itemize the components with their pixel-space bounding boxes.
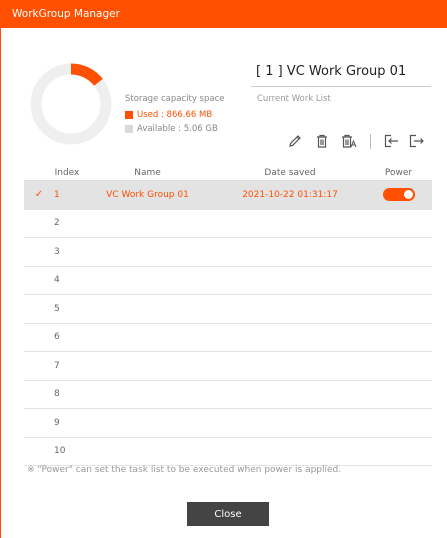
row-date [215, 408, 365, 438]
row-power-cell [365, 209, 432, 238]
table-row[interactable]: 10 [24, 437, 432, 466]
row-power-cell [365, 237, 432, 267]
divider [251, 86, 431, 87]
row-index: 9 [54, 408, 80, 438]
table-row[interactable]: 3 [24, 237, 432, 267]
row-date [215, 266, 365, 295]
row-date [215, 380, 365, 409]
row-date [215, 437, 365, 466]
edit-icon[interactable] [286, 132, 304, 150]
row-index: 3 [54, 237, 80, 267]
header-name: Name [80, 165, 215, 181]
row-index: 8 [54, 380, 80, 409]
power-toggle[interactable] [382, 188, 415, 202]
row-power-cell [365, 323, 432, 352]
row-check-cell [24, 294, 54, 324]
available-swatch [125, 125, 133, 133]
row-name: VC Work Group 01 [80, 180, 215, 210]
row-index: 5 [54, 294, 80, 324]
used-swatch [125, 111, 133, 119]
row-name [80, 266, 215, 295]
delete-all-icon[interactable] [340, 132, 358, 150]
delete-icon[interactable] [313, 132, 331, 150]
row-date [215, 323, 365, 352]
row-name [80, 408, 215, 438]
row-name [80, 323, 215, 352]
row-check-cell [24, 266, 54, 295]
table-row[interactable]: ✓ 1 VC Work Group 01 2021-10-22 01:31:17 [24, 180, 432, 210]
table-row[interactable]: 9 [24, 408, 432, 438]
export-icon[interactable] [407, 132, 425, 150]
row-power-cell [365, 437, 432, 466]
power-note: ※ "Power" can set the task list to be ex… [27, 465, 342, 475]
row-power-cell [365, 180, 432, 210]
row-check-cell [24, 437, 54, 466]
row-check-cell [24, 380, 54, 409]
row-check-cell [24, 237, 54, 267]
row-date [215, 237, 365, 267]
row-date: 2021-10-22 01:31:17 [215, 180, 365, 210]
toolbar-divider [370, 134, 371, 149]
table-row[interactable]: 8 [24, 380, 432, 409]
table-row[interactable]: 4 [24, 266, 432, 295]
row-index: 10 [54, 437, 80, 466]
table-row[interactable]: 7 [24, 351, 432, 381]
row-power-cell [365, 351, 432, 381]
row-power-cell [365, 294, 432, 324]
table-row[interactable]: 6 [24, 323, 432, 352]
row-power-cell [365, 408, 432, 438]
row-index: 2 [54, 209, 80, 238]
row-name [80, 351, 215, 381]
checkmark-icon: ✓ [34, 189, 44, 201]
table-row[interactable]: 2 [24, 209, 432, 238]
row-index: 7 [54, 351, 80, 381]
close-button[interactable]: Close [187, 502, 269, 526]
row-check-cell [24, 209, 54, 238]
workgroup-manager-window: WorkGroup Manager Storage capacity space… [0, 0, 447, 538]
row-date [215, 209, 365, 238]
row-date [215, 351, 365, 381]
import-icon[interactable] [382, 132, 400, 150]
table-row[interactable]: 5 [24, 294, 432, 324]
storage-available-legend: Available : 5.06 GB [125, 124, 218, 134]
row-check-cell [24, 323, 54, 352]
row-name [80, 237, 215, 267]
row-check-cell [24, 351, 54, 381]
row-index: 1 [54, 180, 80, 210]
header-power: Power [365, 165, 432, 181]
group-name: [ 1 ] VC Work Group 01 [256, 64, 407, 79]
window-title: WorkGroup Manager [1, 0, 447, 28]
work-group-table: Index Name Date saved Power ✓ 1 VC Work Gr… [24, 165, 432, 466]
toggle-knob [403, 190, 413, 200]
row-index: 4 [54, 266, 80, 295]
work-list-label: Current Work List [257, 94, 331, 104]
row-power-cell [365, 380, 432, 409]
header-date-saved: Date saved [215, 165, 365, 181]
storage-donut-chart [28, 61, 114, 147]
row-name [80, 437, 215, 466]
storage-title: Storage capacity space [125, 94, 225, 104]
storage-available-label: Available : 5.06 GB [137, 124, 218, 134]
row-check-cell [24, 408, 54, 438]
row-power-cell [365, 266, 432, 295]
table-header: Index Name Date saved Power [24, 165, 432, 181]
storage-used-legend: Used : 866.66 MB [125, 110, 212, 120]
header-index: Index [54, 165, 80, 181]
row-name [80, 209, 215, 238]
row-index: 6 [54, 323, 80, 352]
row-name [80, 294, 215, 324]
row-date [215, 294, 365, 324]
storage-used-label: Used : 866.66 MB [137, 110, 213, 120]
header-check [24, 165, 54, 181]
row-name [80, 380, 215, 409]
row-check-cell: ✓ [24, 180, 54, 210]
